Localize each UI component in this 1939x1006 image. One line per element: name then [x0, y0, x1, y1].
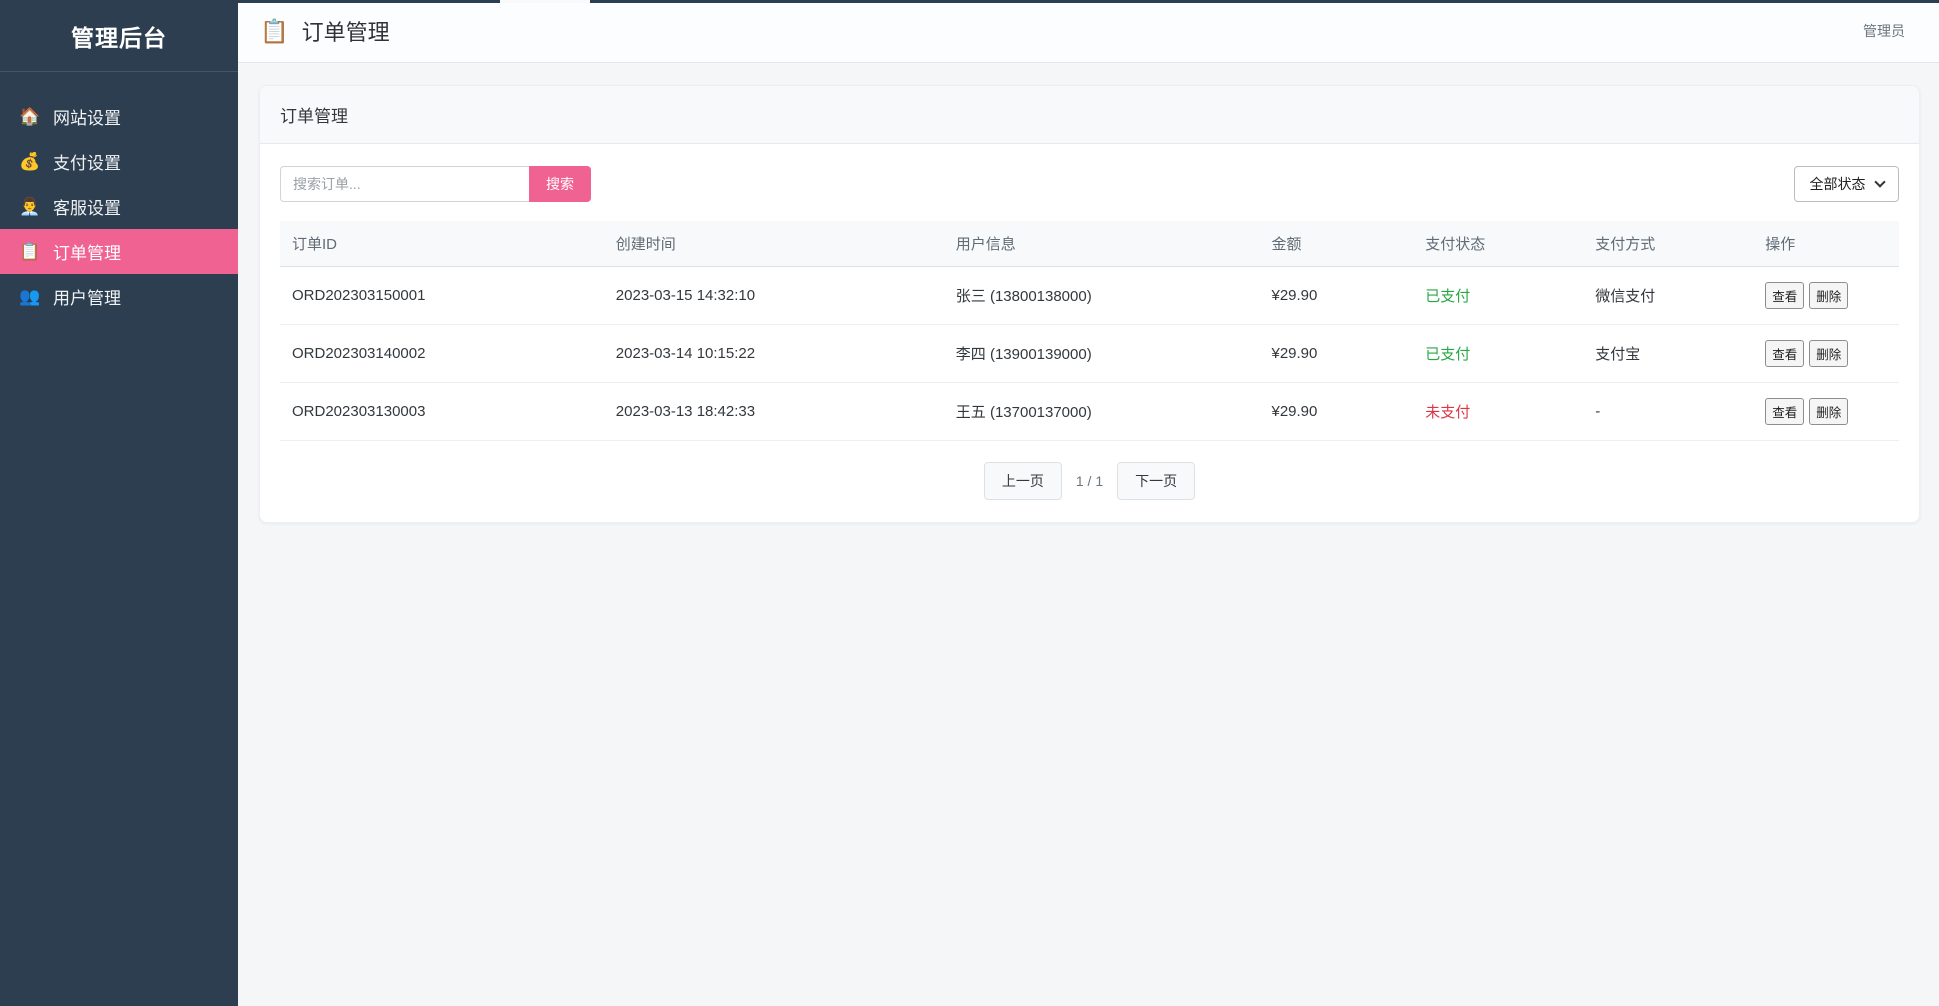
delete-button[interactable]: 删除 — [1809, 340, 1848, 367]
users-icon: 👥 — [19, 287, 41, 307]
row-actions: 查看 删除 — [1765, 340, 1887, 367]
clipboard-icon: 📋 — [19, 242, 41, 262]
sidebar-item-support-settings[interactable]: 👨‍💼 客服设置 — [0, 184, 238, 229]
chevron-down-icon — [1874, 176, 1885, 187]
col-actions: 操作 — [1753, 221, 1899, 267]
browser-chrome-artifact — [238, 0, 1939, 3]
view-button[interactable]: 查看 — [1765, 282, 1804, 309]
top-header: 📋 订单管理 管理员 — [238, 0, 1939, 63]
card-title: 订单管理 — [260, 86, 1919, 144]
col-order-id: 订单ID — [280, 221, 604, 267]
order-created: 2023-03-15 14:32:10 — [604, 267, 944, 325]
current-user-label: 管理员 — [1863, 21, 1905, 41]
support-agent-icon: 👨‍💼 — [19, 197, 41, 217]
order-method: 支付宝 — [1583, 325, 1753, 383]
money-bag-icon: 💰 — [19, 152, 41, 172]
table-row: ORD202303130003 2023-03-13 18:42:33 王五 (… — [280, 383, 1899, 441]
order-id: ORD202303150001 — [280, 267, 604, 325]
table-header-row: 订单ID 创建时间 用户信息 金额 支付状态 支付方式 操作 — [280, 221, 1899, 267]
order-amount: ¥29.90 — [1259, 383, 1413, 441]
card-body: 搜索 全部状态 订单ID 创 — [260, 144, 1919, 522]
view-button[interactable]: 查看 — [1765, 398, 1804, 425]
search-group: 搜索 — [280, 166, 591, 202]
sidebar-item-order-management[interactable]: 📋 订单管理 — [0, 229, 238, 274]
order-method: - — [1583, 383, 1753, 441]
delete-button[interactable]: 删除 — [1809, 398, 1848, 425]
orders-table: 订单ID 创建时间 用户信息 金额 支付状态 支付方式 操作 ORD202303… — [280, 221, 1899, 441]
status-filter-select[interactable]: 全部状态 — [1794, 166, 1899, 202]
content-area: 订单管理 搜索 全部状态 — [238, 63, 1939, 1006]
page-title-text: 订单管理 — [302, 15, 390, 47]
order-user: 王五 (13700137000) — [944, 383, 1260, 441]
status-filter-value: 全部状态 — [1810, 174, 1866, 194]
col-amount: 金额 — [1259, 221, 1413, 267]
order-method: 微信支付 — [1583, 267, 1753, 325]
house-icon: 🏠 — [19, 107, 41, 127]
page-indicator: 1 / 1 — [1076, 473, 1103, 489]
pagination: 上一页 1 / 1 下一页 — [280, 462, 1899, 502]
order-user: 李四 (13900139000) — [944, 325, 1260, 383]
sidebar-item-label: 用户管理 — [53, 284, 121, 309]
orders-card: 订单管理 搜索 全部状态 — [259, 85, 1920, 523]
sidebar-item-label: 客服设置 — [53, 194, 121, 219]
search-input[interactable] — [280, 166, 529, 202]
prev-page-button[interactable]: 上一页 — [984, 462, 1062, 500]
app-title: 管理后台 — [0, 0, 238, 72]
order-status: 已支付 — [1413, 325, 1583, 383]
col-created-at: 创建时间 — [604, 221, 944, 267]
order-status: 未支付 — [1413, 383, 1583, 441]
search-button[interactable]: 搜索 — [529, 166, 591, 202]
row-actions: 查看 删除 — [1765, 282, 1887, 309]
sidebar-item-label: 支付设置 — [53, 149, 121, 174]
sidebar-item-label: 网站设置 — [53, 104, 121, 129]
col-user-info: 用户信息 — [944, 221, 1260, 267]
sidebar-nav: 🏠 网站设置 💰 支付设置 👨‍💼 客服设置 📋 订单管理 👥 用户管理 — [0, 94, 238, 319]
sidebar-item-label: 订单管理 — [53, 239, 121, 264]
sidebar-item-site-settings[interactable]: 🏠 网站设置 — [0, 94, 238, 139]
order-amount: ¥29.90 — [1259, 267, 1413, 325]
view-button[interactable]: 查看 — [1765, 340, 1804, 367]
page-title: 📋 订单管理 — [260, 15, 390, 47]
clipboard-icon: 📋 — [260, 18, 289, 45]
order-amount: ¥29.90 — [1259, 325, 1413, 383]
order-id: ORD202303130003 — [280, 383, 604, 441]
order-created: 2023-03-13 18:42:33 — [604, 383, 944, 441]
sidebar-item-user-management[interactable]: 👥 用户管理 — [0, 274, 238, 319]
table-row: ORD202303150001 2023-03-15 14:32:10 张三 (… — [280, 267, 1899, 325]
order-created: 2023-03-14 10:15:22 — [604, 325, 944, 383]
sidebar-item-payment-settings[interactable]: 💰 支付设置 — [0, 139, 238, 184]
order-id: ORD202303140002 — [280, 325, 604, 383]
main-area: 📋 订单管理 管理员 订单管理 搜索 全部状态 — [238, 0, 1939, 1006]
next-page-button[interactable]: 下一页 — [1117, 462, 1195, 500]
order-user: 张三 (13800138000) — [944, 267, 1260, 325]
delete-button[interactable]: 删除 — [1809, 282, 1848, 309]
sidebar: 管理后台 🏠 网站设置 💰 支付设置 👨‍💼 客服设置 📋 订单管理 👥 用户管… — [0, 0, 238, 1006]
col-pay-method: 支付方式 — [1583, 221, 1753, 267]
table-row: ORD202303140002 2023-03-14 10:15:22 李四 (… — [280, 325, 1899, 383]
col-pay-status: 支付状态 — [1413, 221, 1583, 267]
row-actions: 查看 删除 — [1765, 398, 1887, 425]
order-status: 已支付 — [1413, 267, 1583, 325]
orders-toolbar: 搜索 全部状态 — [280, 166, 1899, 202]
